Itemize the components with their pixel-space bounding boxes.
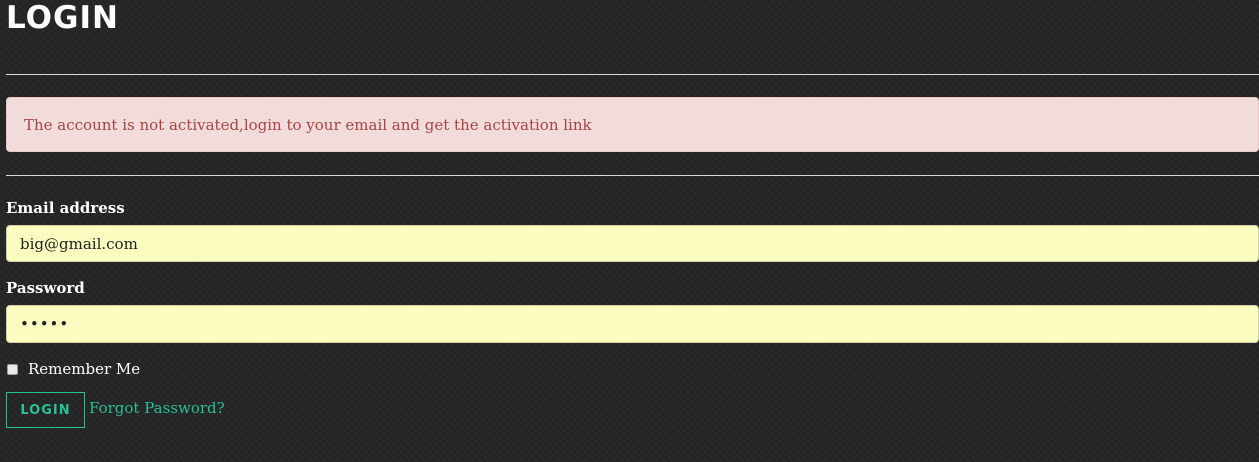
login-button[interactable]: LOGIN — [6, 392, 85, 428]
activation-alert: The account is not activated,login to yo… — [6, 97, 1259, 152]
top-divider — [6, 74, 1259, 75]
bottom-divider — [6, 175, 1259, 176]
forgot-password-link[interactable]: Forgot Password? — [89, 399, 225, 417]
password-label: Password — [6, 279, 85, 297]
remember-me-label: Remember Me — [28, 360, 141, 378]
password-field[interactable] — [6, 305, 1259, 343]
remember-me-row[interactable]: Remember Me — [6, 360, 140, 378]
page-title: LOGIN — [6, 0, 119, 36]
email-field[interactable] — [6, 225, 1259, 262]
alert-message: The account is not activated,login to yo… — [24, 115, 592, 134]
email-label: Email address — [6, 199, 125, 217]
remember-me-checkbox[interactable] — [7, 363, 18, 375]
